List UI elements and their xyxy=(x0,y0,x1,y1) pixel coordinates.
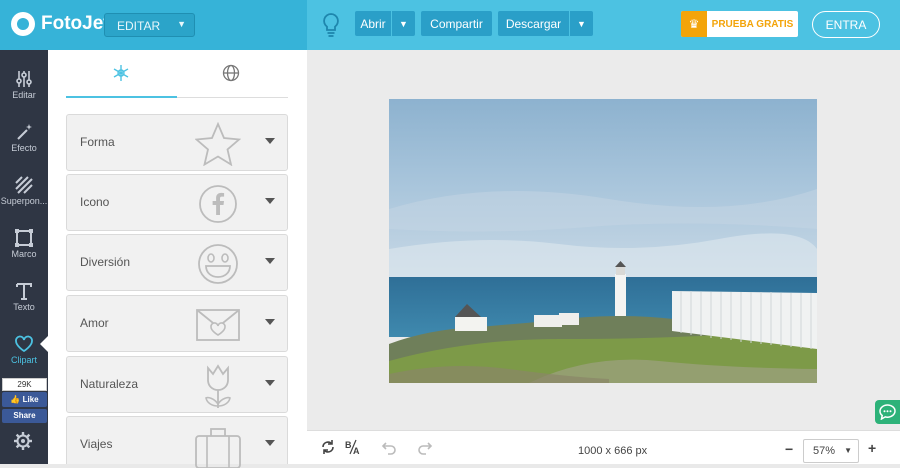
facebook-like-button[interactable]: 👍 Like xyxy=(2,392,47,407)
undo-icon[interactable] xyxy=(381,439,397,455)
svg-text:B: B xyxy=(345,440,352,450)
chat-icon xyxy=(879,404,896,420)
sidebar-item-texto[interactable]: Texto xyxy=(0,276,48,324)
gear-icon[interactable] xyxy=(14,432,32,450)
download-button[interactable]: Descargar ▼ xyxy=(498,11,593,36)
sidebar-item-editar[interactable]: Editar xyxy=(0,64,48,112)
facebook-like-label: Like xyxy=(22,395,39,404)
clipart-panel: Forma Icono Diversión Amor Naturaleza Vi… xyxy=(48,50,307,468)
top-toolbar: FotoJet EDITAR ▼ Abrir ▼ Compartir Desca… xyxy=(0,0,900,50)
chevron-down-icon: ▼ xyxy=(844,446,852,455)
category-label: Diversión xyxy=(80,255,131,269)
lightbulb-icon[interactable] xyxy=(320,12,342,38)
login-button-label: ENTRA xyxy=(825,17,867,32)
svg-text:A: A xyxy=(353,446,360,455)
heart-icon xyxy=(15,335,33,353)
before-after-icon[interactable]: B A xyxy=(345,439,361,455)
category-label: Naturaleza xyxy=(80,377,139,391)
tulip-icon xyxy=(205,364,231,408)
category-icono[interactable]: Icono xyxy=(66,174,288,231)
suitcase-icon xyxy=(195,428,241,468)
category-viajes[interactable]: Viajes xyxy=(66,416,288,468)
crown-icon: ♛ xyxy=(681,11,707,37)
category-label: Forma xyxy=(80,135,115,149)
download-dropdown-toggle[interactable]: ▼ xyxy=(569,11,593,36)
redo-icon[interactable] xyxy=(417,439,433,455)
smiley-icon xyxy=(198,244,238,284)
snowflake-icon[interactable] xyxy=(112,64,130,82)
envelope-heart-icon xyxy=(196,309,240,341)
facebook-like-count: 29K xyxy=(2,378,47,391)
chevron-down-icon xyxy=(265,138,275,144)
sidebar-item-label: Editar xyxy=(12,90,36,100)
share-button[interactable]: Compartir xyxy=(421,11,492,36)
mode-select[interactable]: EDITAR ▼ xyxy=(104,13,195,37)
open-dropdown-toggle[interactable]: ▼ xyxy=(391,11,415,36)
overlay-icon xyxy=(15,176,33,194)
app-name: FotoJet xyxy=(41,13,110,34)
free-trial-label: PRUEBA GRATIS xyxy=(711,18,794,30)
zoom-in-button[interactable]: + xyxy=(868,440,876,456)
login-button[interactable]: ENTRA xyxy=(812,11,880,38)
bottom-bar: B A 1000 x 666 px − 57% ▼ + xyxy=(307,430,900,464)
sidebar-item-label: Superpon... xyxy=(0,196,48,206)
chevron-down-icon xyxy=(265,319,275,325)
chat-button[interactable] xyxy=(875,400,900,424)
chevron-down-icon xyxy=(265,198,275,204)
reset-icon[interactable] xyxy=(320,439,336,455)
globe-icon[interactable] xyxy=(222,64,240,82)
mode-select-value: EDITAR xyxy=(117,19,161,33)
category-label: Viajes xyxy=(80,437,113,451)
chevron-down-icon: ▼ xyxy=(577,18,586,29)
facebook-icon xyxy=(199,185,237,223)
active-tab-indicator xyxy=(66,96,177,98)
category-label: Amor xyxy=(80,316,109,330)
magic-wand-icon xyxy=(17,124,32,140)
sidebar-item-marco[interactable]: Marco xyxy=(0,223,48,271)
app-logo[interactable]: FotoJet xyxy=(11,12,110,36)
chevron-down-icon: ▼ xyxy=(399,18,408,29)
chevron-down-icon xyxy=(265,380,275,386)
facebook-widget: 29K 👍 Like Share xyxy=(2,378,47,426)
free-trial-button[interactable]: ♛ PRUEBA GRATIS xyxy=(681,11,798,37)
share-button-label: Compartir xyxy=(430,16,483,31)
chevron-down-icon xyxy=(265,258,275,264)
sidebar: Editar Efecto Superpon... Marco Texto Cl… xyxy=(0,50,48,464)
category-label: Icono xyxy=(80,195,110,209)
category-forma[interactable]: Forma xyxy=(66,114,288,171)
sidebar-item-label: Clipart xyxy=(10,355,37,365)
sidebar-item-label: Texto xyxy=(13,302,35,312)
star-icon xyxy=(195,122,241,166)
category-diversion[interactable]: Diversión xyxy=(66,234,288,291)
chevron-down-icon: ▼ xyxy=(177,19,186,29)
open-button[interactable]: Abrir ▼ xyxy=(355,11,415,36)
logo-area: FotoJet EDITAR ▼ xyxy=(0,0,307,50)
sidebar-item-superponer[interactable]: Superpon... xyxy=(0,170,48,218)
lighthouse-photo[interactable] xyxy=(389,99,817,383)
category-amor[interactable]: Amor xyxy=(66,295,288,352)
download-button-label: Descargar xyxy=(505,16,562,31)
category-naturaleza[interactable]: Naturaleza xyxy=(66,356,288,413)
sidebar-item-label: Marco xyxy=(11,249,37,259)
facebook-share-label: Share xyxy=(13,411,36,420)
chevron-down-icon xyxy=(265,440,275,446)
zoom-value: 57% xyxy=(813,445,836,457)
text-icon xyxy=(16,283,32,300)
sidebar-item-label: Efecto xyxy=(11,143,37,153)
open-button-label: Abrir xyxy=(360,16,386,31)
sliders-icon xyxy=(16,71,32,87)
active-indicator xyxy=(40,336,48,352)
panel-tabs xyxy=(66,50,288,98)
zoom-select[interactable]: 57% ▼ xyxy=(803,439,859,463)
logo-icon xyxy=(11,12,35,36)
sidebar-item-efecto[interactable]: Efecto xyxy=(0,117,48,165)
facebook-share-button[interactable]: Share xyxy=(2,409,47,423)
image-dimensions: 1000 x 666 px xyxy=(578,445,648,457)
frame-icon xyxy=(15,229,33,247)
zoom-out-button[interactable]: − xyxy=(785,441,793,457)
